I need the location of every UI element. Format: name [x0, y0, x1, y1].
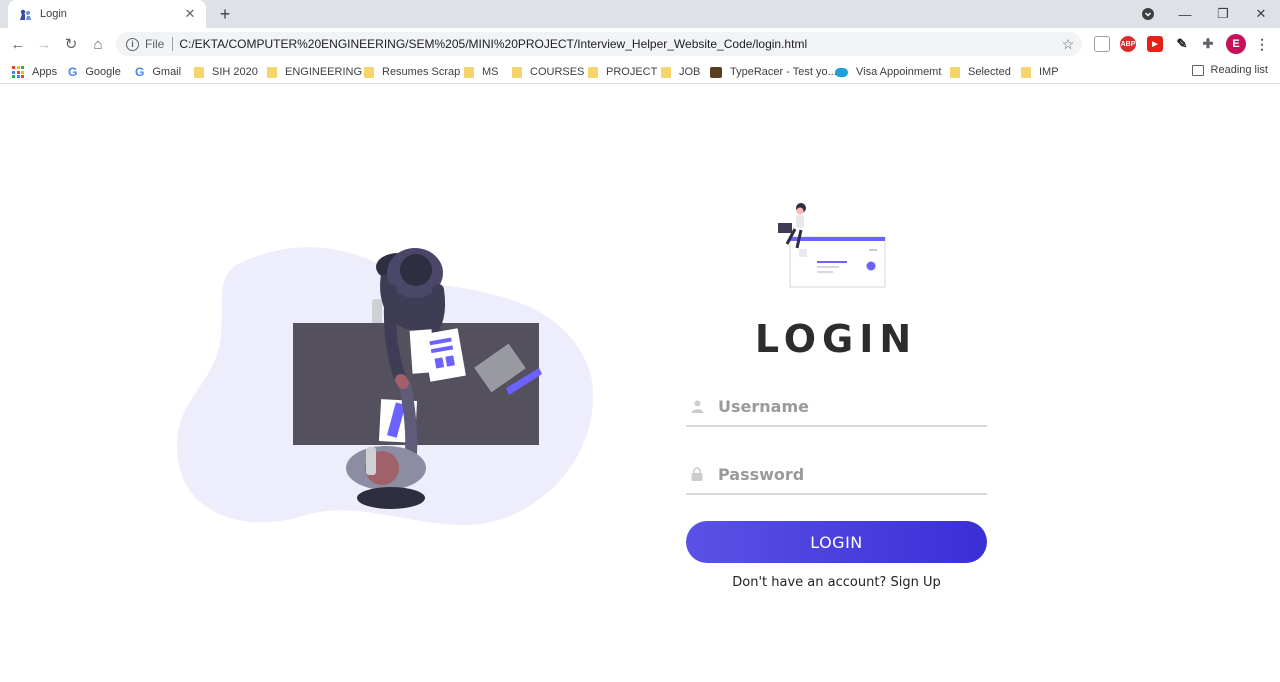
tab-strip: Login ✕ + — ❐ ✕ — [0, 0, 1280, 28]
bookmark-label: JOB — [679, 66, 701, 78]
menu-kebab-icon[interactable]: ⋮ — [1254, 36, 1270, 52]
folder-icon — [364, 66, 374, 78]
bookmark-resumes-scrap[interactable]: Resumes Scrap — [364, 64, 460, 80]
page-favicon-icon — [18, 7, 32, 21]
tab-close-icon[interactable]: ✕ — [182, 6, 198, 22]
url-scheme: File — [145, 37, 165, 51]
page-content: LOGIN LOGIN Don't have an account? Sign … — [0, 85, 1280, 682]
bookmark-label: ENGINEERING — [285, 66, 363, 78]
bookmark-label: Apps — [32, 66, 58, 78]
reading-list-label: Reading list — [1210, 64, 1268, 76]
bookmark-label: PROJECT — [606, 66, 658, 78]
username-field — [686, 387, 987, 427]
youtube-extension-icon[interactable]: ▶ — [1147, 36, 1163, 52]
folder-icon — [588, 66, 598, 78]
bookmark-typeracer[interactable]: TypeRacer - Test yo... — [710, 64, 837, 80]
signup-link[interactable]: Sign Up — [890, 575, 940, 590]
folder-icon — [661, 66, 671, 78]
tab-title: Login — [40, 8, 67, 20]
bookmark-visa-appoinmemt[interactable]: Visa Appoinmemt — [835, 64, 941, 80]
folder-icon — [464, 66, 474, 78]
bookmark-label: Gmail — [152, 66, 182, 78]
bookmark-ms[interactable]: MS — [464, 64, 499, 80]
cloud-icon — [835, 67, 848, 77]
url-text[interactable]: C:/EKTA/COMPUTER%20ENGINEERING/SEM%205/M… — [179, 37, 1058, 51]
typeracer-icon — [710, 66, 722, 78]
login-button[interactable]: LOGIN — [686, 521, 987, 563]
tab-login[interactable]: Login ✕ — [8, 0, 206, 28]
bookmark-imp[interactable]: IMP — [1021, 64, 1059, 80]
bookmark-google[interactable]: G Google — [68, 64, 121, 80]
login-heading: LOGIN — [754, 317, 918, 361]
bookmark-label: Selected — [968, 66, 1011, 78]
folder-icon — [512, 66, 522, 78]
bookmark-gmail[interactable]: G Gmail — [135, 64, 181, 80]
bookmark-label: Google — [85, 66, 121, 78]
google-icon: G — [135, 65, 145, 79]
signup-prompt: Don't have an account? Sign Up — [686, 575, 987, 590]
restore-button[interactable]: ❐ — [1212, 0, 1234, 28]
forward-icon[interactable]: → — [32, 32, 56, 56]
home-icon[interactable]: ⌂ — [86, 32, 110, 56]
url-separator — [172, 37, 174, 51]
reading-list-icon — [1191, 64, 1204, 76]
bookmark-project[interactable]: PROJECT — [588, 64, 657, 80]
extensions-puzzle-icon[interactable]: ✚ — [1200, 36, 1216, 52]
bookmark-job[interactable]: JOB — [661, 64, 700, 80]
extension-1-icon[interactable] — [1094, 36, 1110, 52]
bookmark-apps[interactable]: Apps — [12, 64, 57, 80]
reading-list-button[interactable]: Reading list — [1191, 64, 1268, 76]
bookmark-courses[interactable]: COURSES — [512, 64, 584, 80]
apps-grid-icon — [12, 66, 24, 78]
bookmark-star-icon[interactable]: ☆ — [1058, 36, 1078, 53]
password-field — [686, 455, 987, 495]
new-tab-button[interactable]: + — [214, 3, 236, 25]
handshake-illustration — [176, 247, 594, 526]
info-icon[interactable]: i — [126, 37, 139, 51]
minimize-button[interactable]: — — [1174, 0, 1196, 28]
bookmark-label: IMP — [1039, 66, 1059, 78]
bookmark-label: COURSES — [530, 66, 585, 78]
bookmark-label: MS — [482, 66, 499, 78]
google-icon: G — [68, 65, 78, 79]
folder-icon — [267, 66, 277, 78]
back-icon[interactable]: ← — [6, 32, 30, 56]
bookmark-engineering[interactable]: ENGINEERING — [267, 64, 362, 80]
pen-extension-icon[interactable]: ✎ — [1174, 36, 1190, 52]
browser-toolbar: ← → ↻ ⌂ i File C:/EKTA/COMPUTER%20ENGINE… — [0, 28, 1280, 60]
username-input[interactable] — [718, 396, 958, 416]
folder-icon — [950, 66, 960, 78]
login-illustration — [778, 203, 886, 288]
bookmark-label: Resumes Scrap — [382, 66, 461, 78]
address-bar[interactable]: i File C:/EKTA/COMPUTER%20ENGINEERING/SE… — [116, 32, 1082, 56]
signup-prompt-text: Don't have an account? — [732, 575, 887, 590]
bookmark-label: Visa Appoinmemt — [856, 66, 942, 78]
bookmarks-bar: Apps G Google G Gmail SIH 2020 ENGINEERI… — [0, 60, 1280, 84]
password-input[interactable] — [718, 464, 958, 484]
bookmark-label: SIH 2020 — [212, 66, 258, 78]
tab-search-icon[interactable] — [1138, 0, 1158, 28]
adblock-plus-icon[interactable]: ABP — [1120, 36, 1136, 52]
bookmark-sih-2020[interactable]: SIH 2020 — [194, 64, 258, 80]
bookmark-selected[interactable]: Selected — [950, 64, 1011, 80]
user-icon — [690, 398, 704, 414]
bookmark-label: TypeRacer - Test yo... — [730, 66, 837, 78]
reload-icon[interactable]: ↻ — [59, 32, 83, 56]
profile-avatar[interactable]: E — [1226, 34, 1246, 54]
folder-icon — [1021, 66, 1031, 78]
folder-icon — [194, 66, 204, 78]
lock-icon — [690, 466, 704, 482]
window-close-button[interactable]: ✕ — [1250, 0, 1272, 28]
